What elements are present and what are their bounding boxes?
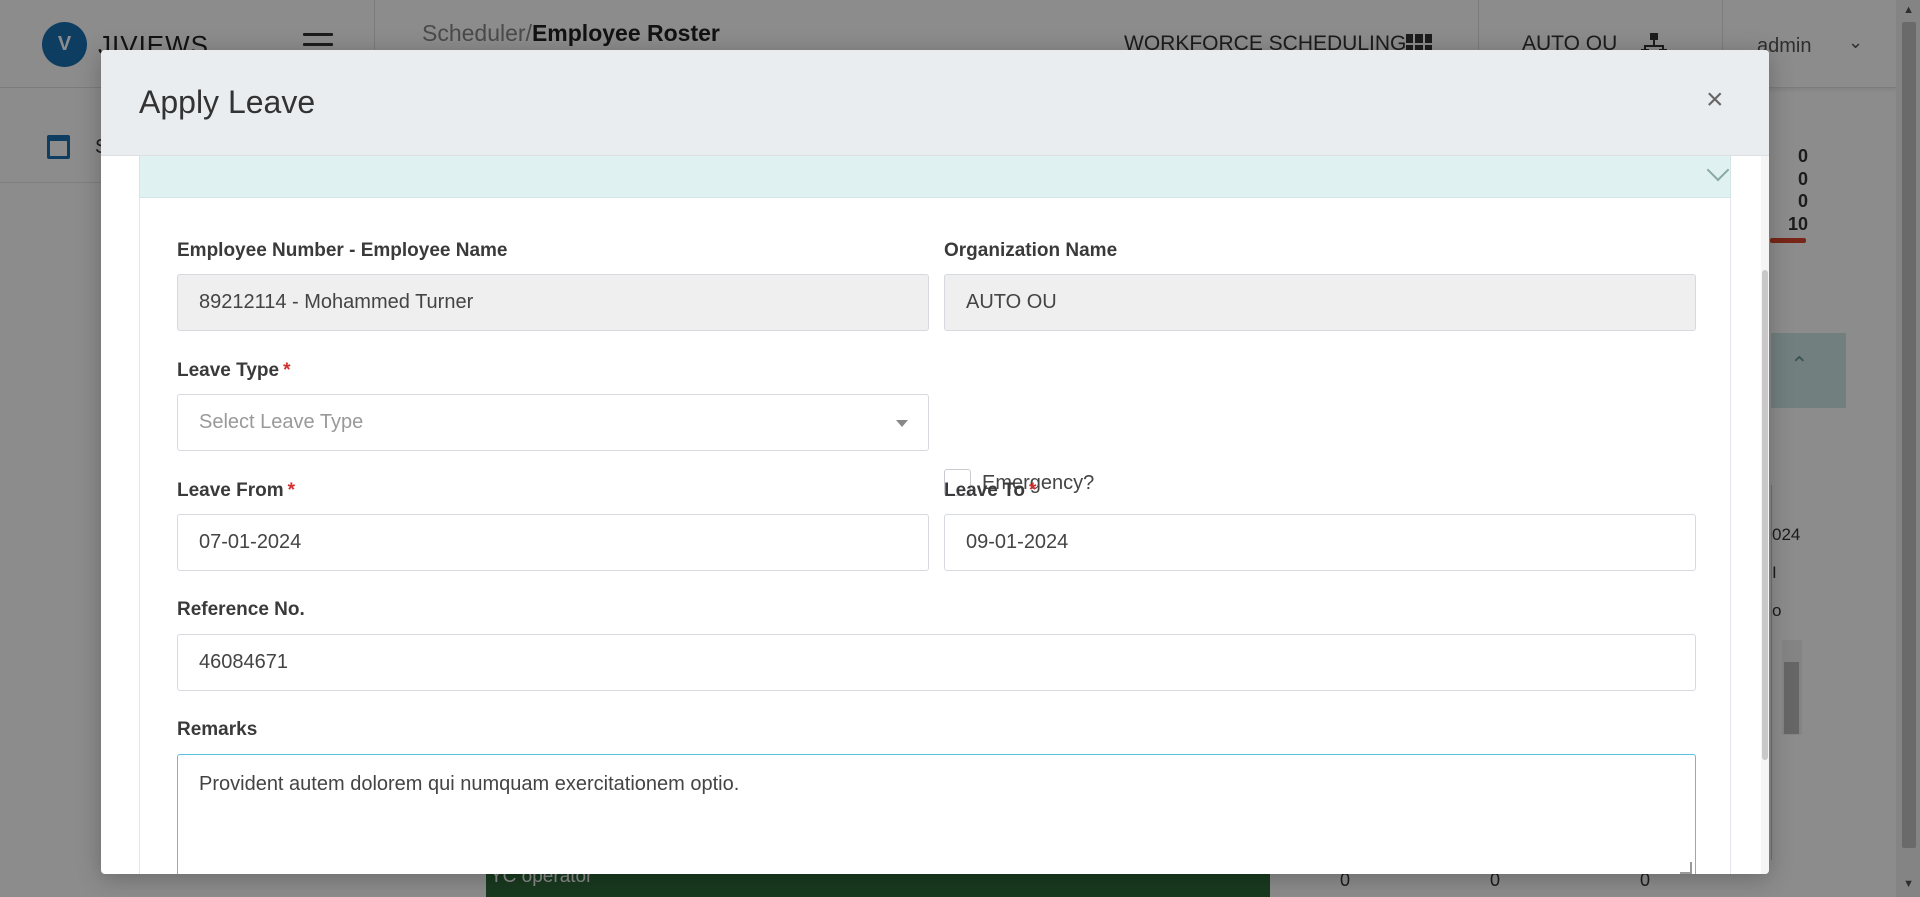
remarks-label: Remarks: [177, 719, 258, 740]
modal-title: Apply Leave: [139, 84, 316, 120]
leave-from-label-text: Leave From: [177, 480, 284, 501]
leave-to-label-text: Leave To: [944, 480, 1025, 501]
leave-to-input[interactable]: 09-01-2024: [944, 514, 1696, 571]
leave-form: Employee Number - Employee Name 89212114…: [139, 198, 1731, 874]
org-label: Organization Name: [944, 240, 1118, 261]
resize-grip-icon[interactable]: [1680, 862, 1692, 874]
modal-body: Employee Number - Employee Name 89212114…: [101, 156, 1769, 874]
caret-down-icon[interactable]: [896, 420, 908, 427]
modal-header: Apply Leave ×: [101, 50, 1769, 156]
employee-label: Employee Number - Employee Name: [177, 240, 508, 261]
modal-scroll-thumb[interactable]: [1762, 270, 1768, 760]
accordion-header[interactable]: [139, 156, 1731, 198]
chevron-down-icon[interactable]: [1706, 158, 1730, 182]
leave-from-input[interactable]: 07-01-2024: [177, 514, 929, 571]
leave-from-label: Leave From *: [177, 480, 295, 502]
leave-type-select[interactable]: Select Leave Type: [177, 394, 929, 451]
close-icon[interactable]: ×: [1706, 85, 1724, 115]
leave-type-label: Leave Type *: [177, 360, 291, 382]
org-field: AUTO OU: [944, 274, 1696, 331]
leave-type-label-text: Leave Type: [177, 360, 280, 381]
apply-leave-modal: Apply Leave × Employee Number - Employee…: [101, 50, 1769, 874]
required-marker: *: [283, 360, 291, 381]
leave-to-label: Leave To *: [944, 480, 1036, 502]
remarks-text: Provident autem dolorem qui numquam exer…: [199, 773, 740, 795]
required-marker: *: [287, 480, 296, 501]
reference-label: Reference No.: [177, 599, 305, 620]
reference-input[interactable]: 46084671: [177, 634, 1696, 691]
remarks-textarea[interactable]: Provident autem dolorem qui numquam exer…: [177, 754, 1696, 874]
employee-field: 89212114 - Mohammed Turner: [177, 274, 929, 331]
leave-type-placeholder: Select Leave Type: [199, 411, 364, 433]
required-marker: *: [1028, 480, 1037, 501]
